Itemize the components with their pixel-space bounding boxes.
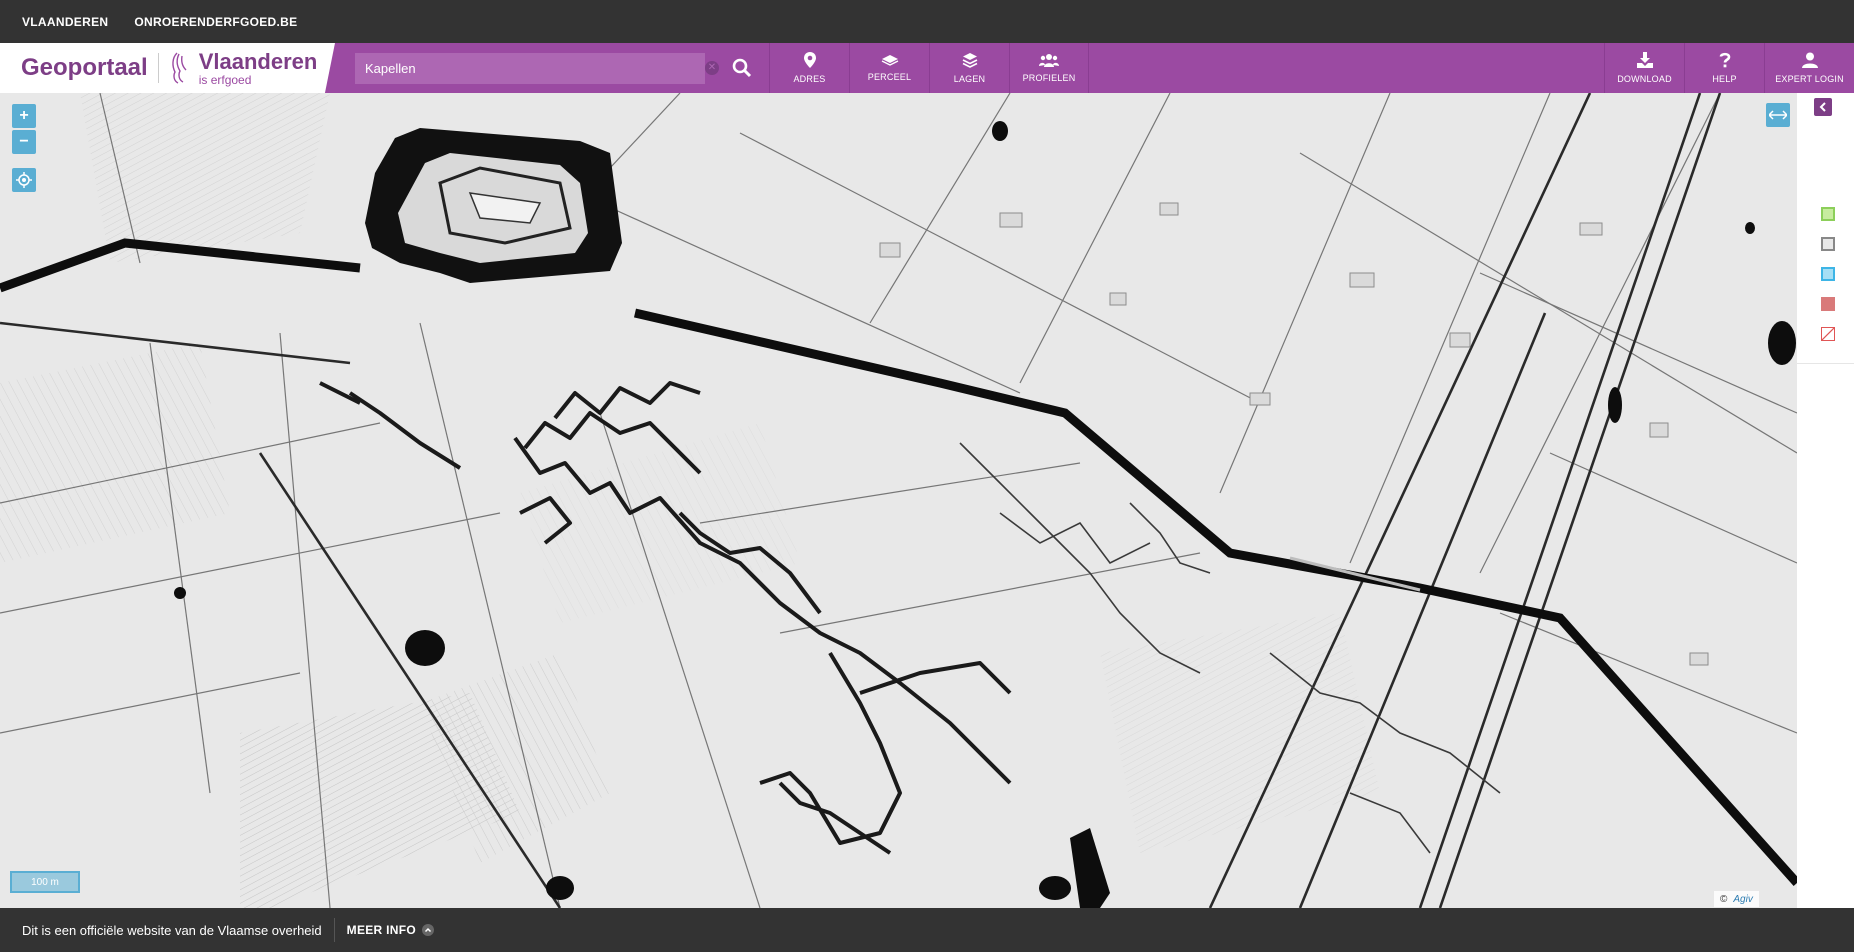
- nav-adres-button[interactable]: ADRES: [769, 43, 849, 93]
- panel-divider: [1797, 363, 1854, 364]
- brand-logo[interactable]: Geoportaal Vlaanderen is erfgoed: [0, 43, 335, 93]
- hillshade-map-image: [0, 93, 1797, 908]
- header-bar: Geoportaal Vlaanderen is erfgoed ✕ ADRES…: [0, 43, 1854, 93]
- nav-perceel-label: PERCEEL: [867, 72, 912, 82]
- nav-profielen-button[interactable]: PROFIELEN: [1009, 43, 1089, 93]
- nav-lagen-label: LAGEN: [953, 74, 986, 84]
- nav-left: ADRES PERCEEL LAGEN PROFIELEN: [769, 43, 1089, 93]
- footer-bar: Dit is een officiële website van de Vlaa…: [0, 908, 1854, 952]
- meer-info-label: MEER INFO: [346, 923, 417, 937]
- attribution-copyright: ©: [1720, 893, 1728, 905]
- attribution: © Agiv: [1714, 891, 1759, 907]
- nav-download-label: DOWNLOAD: [1617, 74, 1672, 84]
- chevron-left-icon: [1819, 102, 1826, 112]
- top-bar: VLAANDEREN ONROERENDERFGOED.BE: [0, 0, 1854, 43]
- meer-info-button[interactable]: MEER INFO: [346, 923, 435, 937]
- nav-help-button[interactable]: HELP: [1684, 43, 1764, 93]
- scale-label: 100 m: [31, 876, 59, 888]
- legend-red-square[interactable]: [1821, 297, 1835, 311]
- search-icon: [732, 58, 752, 78]
- nav-perceel-button[interactable]: PERCEEL: [849, 43, 929, 93]
- footer-divider: [333, 918, 335, 942]
- scale-bar: 100 m: [10, 871, 80, 893]
- brand-subtitle: is erfgoed: [198, 72, 252, 87]
- expand-map-button[interactable]: [1766, 103, 1790, 127]
- nav-profielen-label: PROFIELEN: [1022, 73, 1076, 83]
- map-canvas[interactable]: + − 100 m © Agiv: [0, 93, 1797, 908]
- legend-grey-square[interactable]: [1821, 237, 1835, 251]
- topbar-link-vlaanderen[interactable]: VLAANDEREN: [22, 15, 108, 29]
- zoom-in-label: +: [19, 107, 29, 124]
- expand-horizontal-icon: [1769, 110, 1787, 120]
- nav-expert-login-button[interactable]: EXPERT LOGIN: [1764, 43, 1854, 93]
- zoom-out-label: −: [19, 133, 29, 150]
- clear-search-icon[interactable]: ✕: [705, 61, 719, 75]
- parcel-icon: [881, 55, 898, 66]
- search-input[interactable]: [355, 52, 705, 84]
- nav-help-label: HELP: [1712, 74, 1737, 84]
- zoom-in-button[interactable]: +: [12, 104, 36, 128]
- map-pin-icon: [803, 52, 816, 68]
- nav-download-button[interactable]: DOWNLOAD: [1604, 43, 1684, 93]
- brand-title: Geoportaal: [21, 54, 148, 81]
- footer-official-text: Dit is een officiële website van de Vlaa…: [22, 922, 322, 938]
- nav-right: DOWNLOAD HELP EXPERT LOGIN: [1604, 43, 1854, 93]
- collapse-panel-button[interactable]: [1814, 98, 1832, 116]
- locate-icon: [16, 172, 32, 188]
- brand-name: Vlaanderen: [198, 48, 318, 74]
- nav-adres-label: ADRES: [793, 74, 826, 84]
- nav-lagen-button[interactable]: LAGEN: [929, 43, 1009, 93]
- layers-icon: [962, 53, 977, 68]
- chevron-up-icon: [422, 924, 435, 936]
- search-button[interactable]: [729, 55, 755, 81]
- hatch-icon: [1822, 328, 1834, 340]
- user-icon: [1801, 52, 1818, 68]
- search-group: ✕: [355, 43, 755, 93]
- nav-expert-login-label: EXPERT LOGIN: [1775, 74, 1844, 84]
- download-icon: [1636, 52, 1653, 68]
- zoom-out-button[interactable]: −: [12, 130, 36, 154]
- locate-button[interactable]: [12, 168, 36, 192]
- help-icon: [1719, 52, 1730, 68]
- agiv-logo[interactable]: Agiv: [1733, 894, 1752, 905]
- legend-green-square[interactable]: [1821, 207, 1835, 221]
- legend-red-hatched-square[interactable]: [1821, 327, 1835, 341]
- brand-vlaanderen: Vlaanderen is erfgoed: [198, 48, 318, 87]
- lion-icon: [171, 52, 187, 84]
- users-icon: [1039, 54, 1059, 67]
- legend-blue-square[interactable]: [1821, 267, 1835, 281]
- topbar-link-onroerenderfgoed[interactable]: ONROERENDERFGOED.BE: [134, 15, 297, 29]
- brand-divider: [157, 53, 159, 83]
